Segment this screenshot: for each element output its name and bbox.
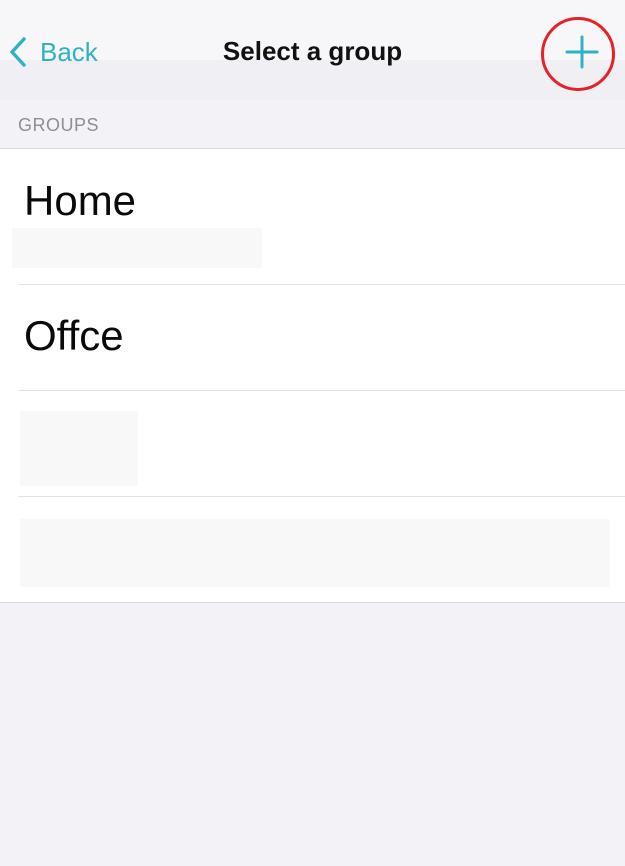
back-button[interactable]: Back xyxy=(6,30,98,74)
section-header-groups: GROUPS xyxy=(18,115,100,135)
redacted-group-name xyxy=(20,519,610,587)
group-name: Offce xyxy=(24,312,124,359)
group-row-redacted[interactable] xyxy=(0,391,625,496)
chevron-left-icon xyxy=(6,34,30,70)
redacted-group-name xyxy=(20,411,138,486)
back-label: Back xyxy=(40,36,98,67)
group-row-office[interactable]: Offce xyxy=(0,285,625,390)
redacted-subtitle xyxy=(12,228,262,268)
group-name: Home xyxy=(24,177,137,224)
group-row-home[interactable]: Home xyxy=(0,149,625,284)
plus-icon xyxy=(565,35,599,69)
group-row-redacted[interactable] xyxy=(0,497,625,603)
group-list: Home Offce xyxy=(0,148,625,603)
add-group-button[interactable] xyxy=(562,32,602,72)
